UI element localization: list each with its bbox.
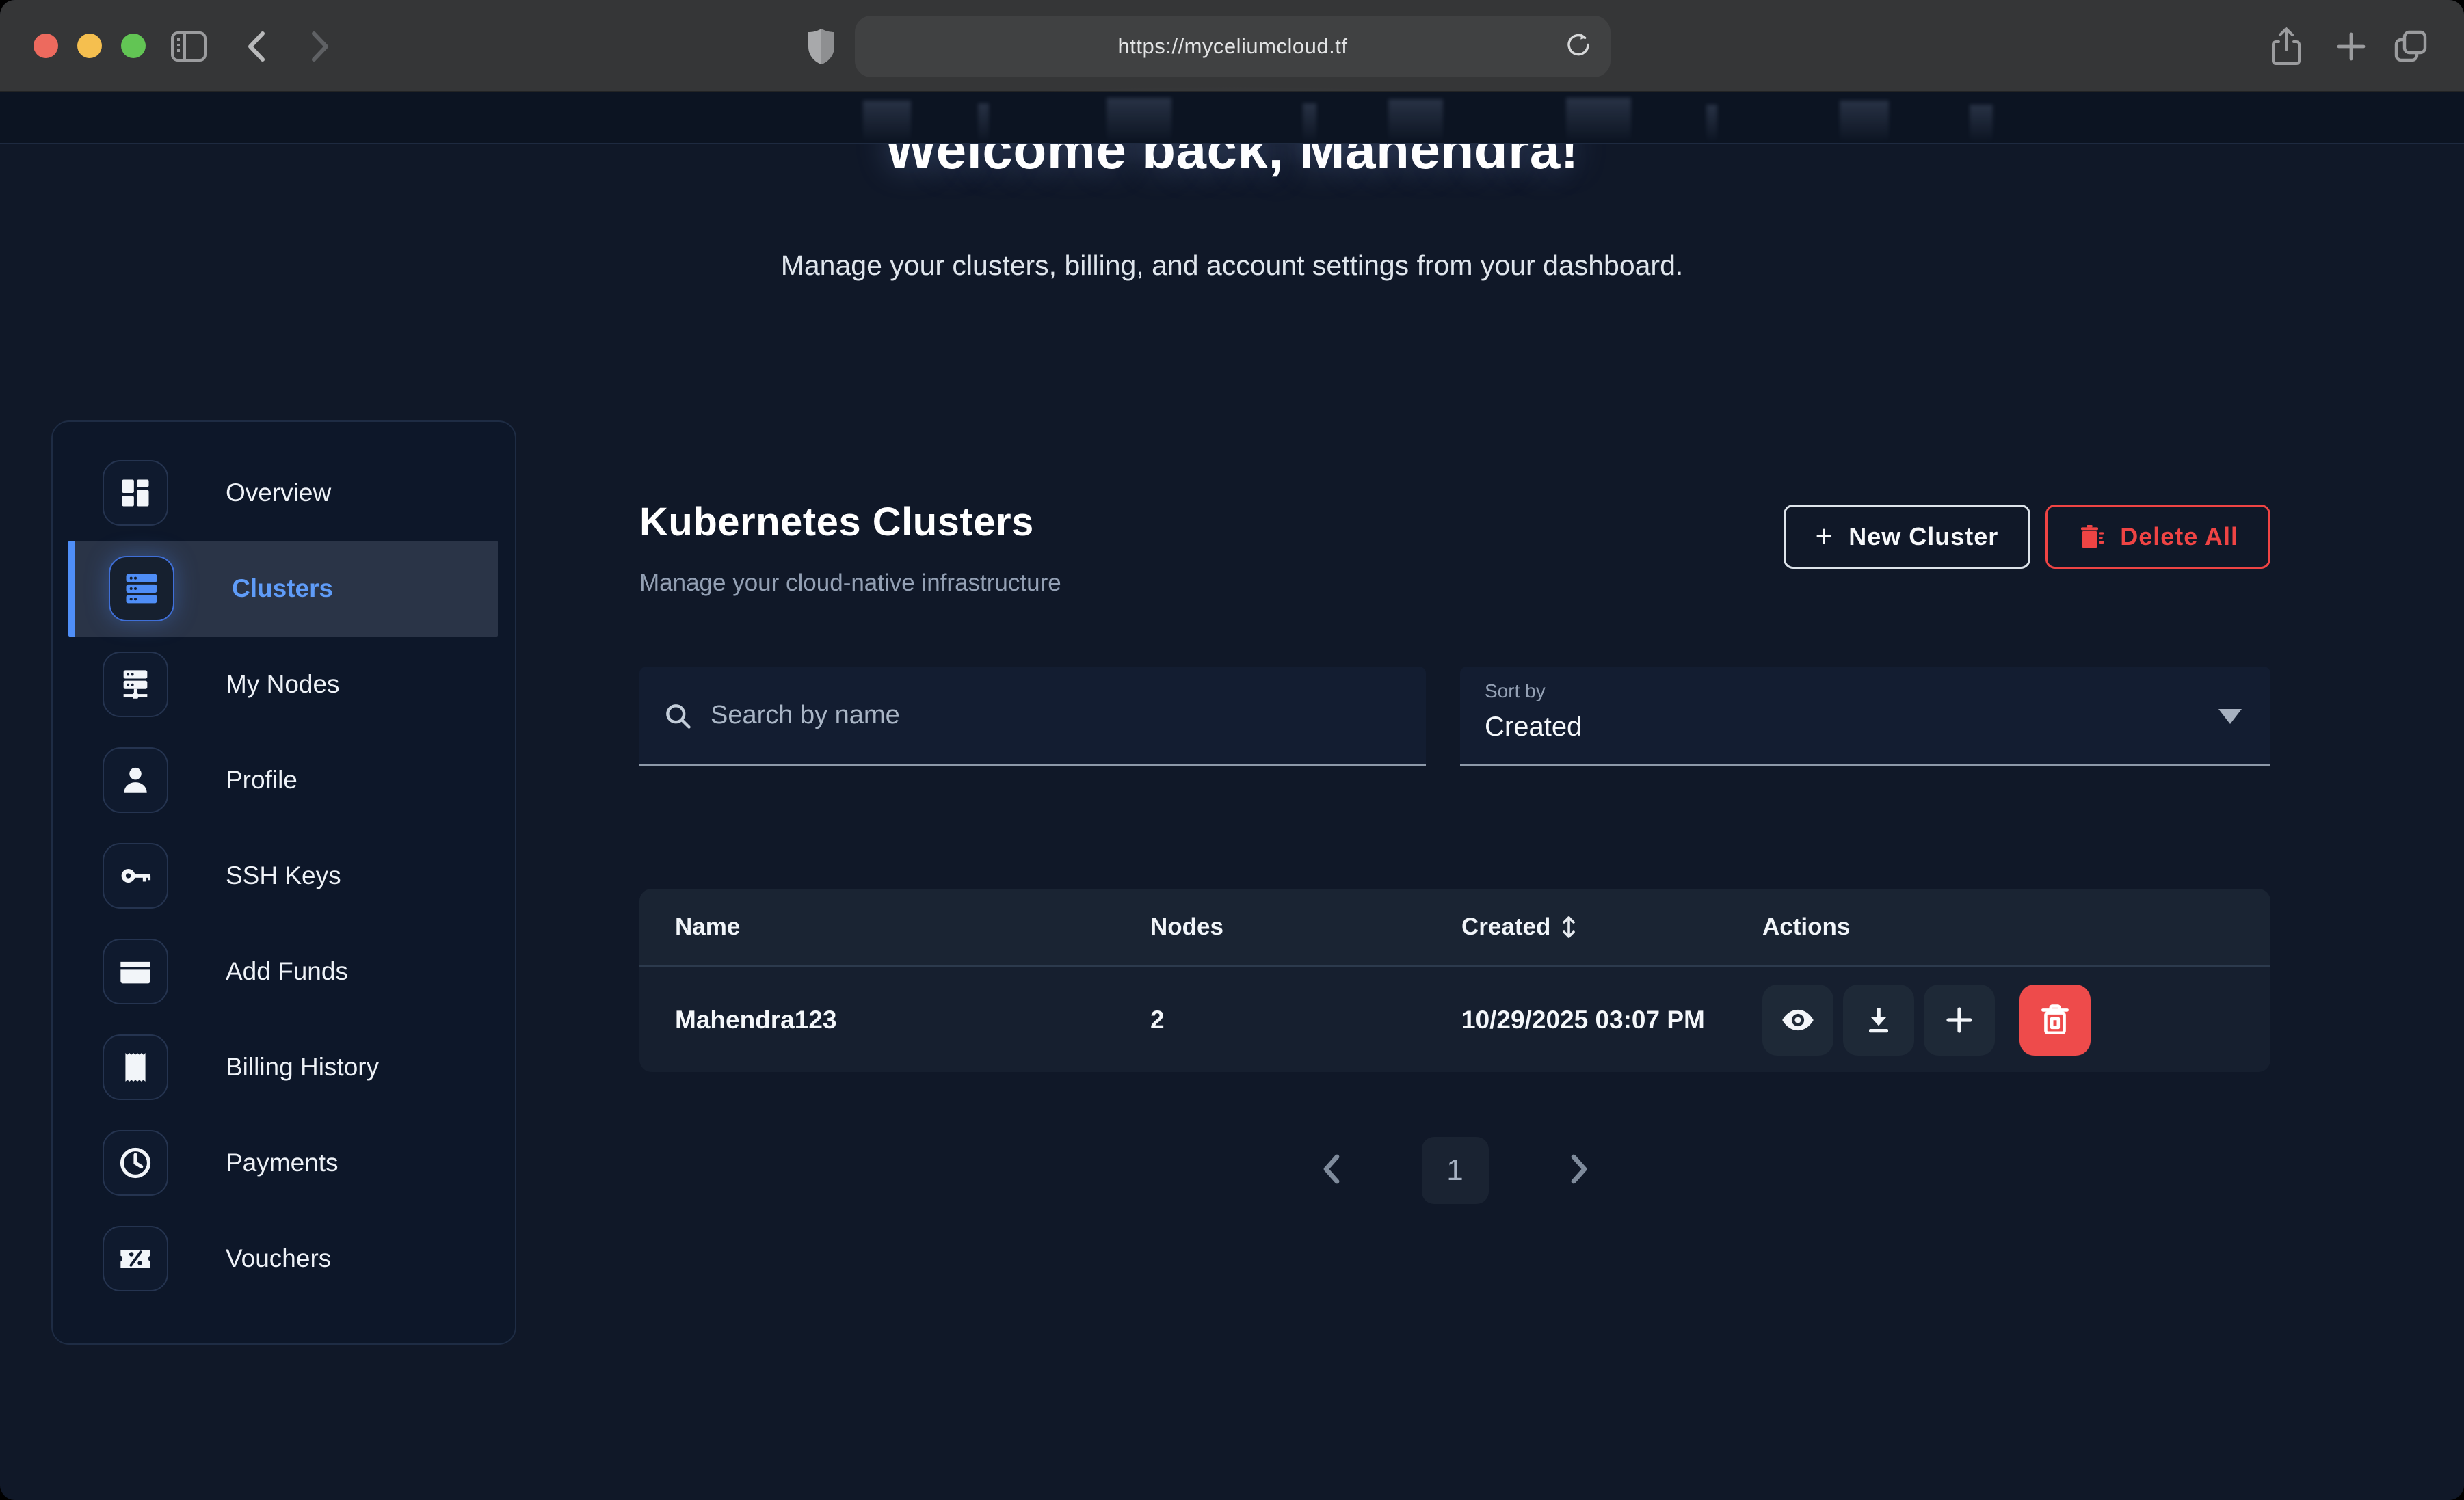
cell-cluster-name: Mahendra123: [675, 1006, 1150, 1034]
previous-page-icon[interactable]: [1316, 1151, 1347, 1190]
sidebar-item-label: Payments: [226, 1149, 339, 1177]
share-icon[interactable]: [2269, 0, 2303, 92]
pagination: 1: [639, 1137, 2270, 1204]
trash-icon: [2038, 1003, 2072, 1037]
traffic-lights: [34, 34, 146, 58]
sidebar-item-billing-history[interactable]: Billing History: [53, 1019, 515, 1115]
sidebar-item-profile[interactable]: Profile: [53, 732, 515, 828]
column-header-actions: Actions: [1762, 913, 2270, 941]
sidebar-item-label: SSH Keys: [226, 861, 341, 890]
back-button[interactable]: [241, 0, 272, 92]
view-cluster-button[interactable]: [1762, 985, 1833, 1056]
clusters-table: Name Nodes Created Actions Mahendra123 2…: [639, 889, 2270, 1072]
privacy-shield-icon[interactable]: [806, 0, 837, 92]
tab-overview-icon[interactable]: [2392, 0, 2429, 92]
page-subtitle: Manage your cloud-native infrastructure: [639, 570, 2270, 597]
sidebar-item-label: My Nodes: [226, 670, 340, 699]
column-header-name: Name: [675, 913, 1150, 941]
search-input[interactable]: [711, 701, 1403, 730]
sidebar-item-payments[interactable]: Payments: [53, 1115, 515, 1211]
cell-nodes-count: 2: [1150, 1006, 1461, 1034]
address-bar[interactable]: https://myceliumcloud.tf: [855, 16, 1611, 77]
ticket-icon: [103, 1226, 168, 1291]
plus-icon: [1943, 1004, 1976, 1036]
sort-label: Sort by: [1485, 680, 2270, 702]
sidebar-item-ssh-keys[interactable]: SSH Keys: [53, 828, 515, 924]
sidebar-item-label: Vouchers: [226, 1244, 331, 1273]
add-node-button[interactable]: [1924, 985, 1995, 1056]
zoom-window-button[interactable]: [121, 34, 146, 58]
sidebar-item-label: Overview: [226, 479, 331, 507]
cell-created-date: 10/29/2025 03:07 PM: [1461, 1006, 1762, 1034]
sidebar-item-overview[interactable]: Overview: [53, 445, 515, 541]
servers-icon: [109, 556, 174, 621]
forward-button[interactable]: [304, 0, 336, 92]
delete-cluster-button[interactable]: [2019, 985, 2091, 1056]
sidebar-toggle-icon[interactable]: [170, 0, 208, 92]
new-tab-icon[interactable]: [2333, 0, 2369, 92]
reload-icon[interactable]: [1564, 31, 1593, 63]
node-network-icon: [103, 652, 168, 717]
sidebar-item-label: Billing History: [226, 1053, 379, 1082]
download-kubeconfig-button[interactable]: [1843, 985, 1914, 1056]
sidebar-item-my-nodes[interactable]: My Nodes: [53, 637, 515, 732]
credit-card-icon: [103, 939, 168, 1004]
download-icon: [1862, 1004, 1895, 1036]
person-icon: [103, 747, 168, 813]
table-header-row: Name Nodes Created Actions: [639, 889, 2270, 965]
sidebar-item-label: Add Funds: [226, 957, 348, 986]
sort-value: Created: [1485, 712, 2270, 742]
chevron-down-icon: [2218, 709, 2242, 724]
delete-all-button[interactable]: Delete All: [2045, 505, 2270, 569]
sidebar-nav: Overview Clusters My Nodes Profile: [51, 420, 516, 1345]
sort-updown-icon: [1560, 915, 1578, 939]
new-cluster-button[interactable]: + New Cluster: [1784, 505, 2031, 569]
top-navbar-overlay: [0, 92, 2464, 144]
trash-icon: [2078, 523, 2105, 550]
close-window-button[interactable]: [34, 34, 58, 58]
search-icon: [663, 701, 693, 731]
dashboard-page: Welcome back, Mahendra! Manage your clus…: [0, 92, 2464, 1500]
welcome-subtitle: Manage your clusters, billing, and accou…: [0, 250, 2464, 282]
next-page-icon[interactable]: [1564, 1151, 1594, 1190]
receipt-icon: [103, 1034, 168, 1100]
table-row: Mahendra123 2 10/29/2025 03:07 PM: [639, 965, 2270, 1072]
delete-all-label: Delete All: [2120, 522, 2238, 551]
dashboard-icon: [103, 460, 168, 526]
sidebar-item-label: Profile: [226, 766, 297, 794]
sidebar-item-vouchers[interactable]: Vouchers: [53, 1211, 515, 1307]
eye-icon: [1780, 1002, 1816, 1038]
sidebar-item-label: Clusters: [232, 574, 333, 603]
key-icon: [103, 843, 168, 909]
sidebar-item-clusters[interactable]: Clusters: [68, 541, 498, 637]
clock-icon: [103, 1130, 168, 1196]
column-header-created[interactable]: Created: [1461, 913, 1762, 941]
plus-icon: +: [1816, 520, 1834, 554]
new-cluster-label: New Cluster: [1849, 522, 1998, 551]
url-text: https://myceliumcloud.tf: [1118, 34, 1348, 59]
browser-toolbar: https://myceliumcloud.tf: [0, 0, 2464, 92]
search-field[interactable]: [639, 667, 1426, 766]
sidebar-item-add-funds[interactable]: Add Funds: [53, 924, 515, 1019]
sort-select[interactable]: Sort by Created: [1460, 667, 2270, 766]
browser-window: https://myceliumcloud.tf: [0, 0, 2464, 1500]
page-number-button[interactable]: 1: [1422, 1137, 1489, 1204]
row-actions: [1762, 985, 2270, 1056]
column-header-nodes: Nodes: [1150, 913, 1461, 941]
minimize-window-button[interactable]: [77, 34, 102, 58]
